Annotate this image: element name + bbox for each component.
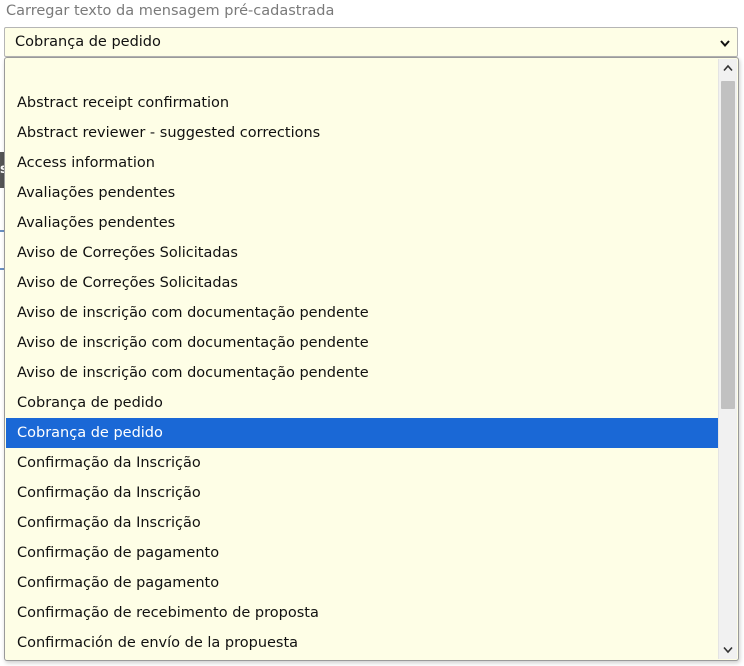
dropdown-option[interactable]: Aviso de inscrição com documentação pend… <box>6 328 719 358</box>
dropdown-option[interactable]: Aviso de Correções Solicitadas <box>6 238 719 268</box>
dropdown-option[interactable]: Confirmação de recebimento de proposta <box>6 598 719 628</box>
dropdown-option[interactable]: Confirmación de envío de la propuesta <box>6 628 719 658</box>
dropdown-option[interactable]: Access information <box>6 148 719 178</box>
scroll-up-icon[interactable] <box>723 64 733 72</box>
dropdown-option[interactable]: Aviso de inscrição com documentação pend… <box>6 298 719 328</box>
dropdown-option[interactable]: Aviso de Correções Solicitadas <box>6 268 719 298</box>
dropdown-option[interactable]: Avaliações pendentes <box>6 178 719 208</box>
select-value: Cobrança de pedido <box>15 34 161 50</box>
dropdown-option[interactable]: Confirmação da Inscrição <box>6 448 719 478</box>
dropdown-option[interactable]: Cobrança de pedido <box>6 418 719 448</box>
dropdown-option[interactable]: Confirmação de pagamento <box>6 568 719 598</box>
dropdown-option[interactable]: Cobrança de pedido <box>6 388 719 418</box>
dropdown-option[interactable]: Confirmação da Inscrição <box>6 508 719 538</box>
message-template-select[interactable]: Cobrança de pedido <box>4 27 738 57</box>
field-label: Carregar texto da mensagem pré-cadastrad… <box>6 3 335 19</box>
dropdown-option[interactable] <box>6 58 719 88</box>
dropdown-option[interactable]: Abstract reviewer - suggested correction… <box>6 118 719 148</box>
scrollbar-thumb[interactable] <box>721 81 735 409</box>
dropdown-option[interactable]: Confirmação de pagamento <box>6 538 719 568</box>
scroll-down-icon[interactable] <box>723 646 733 654</box>
scrollbar[interactable] <box>718 59 737 659</box>
options-list[interactable]: Abstract receipt confirmation Abstract re… <box>4 57 739 661</box>
dropdown-option[interactable]: Confirmação da Inscrição <box>6 478 719 508</box>
chevron-down-icon <box>720 40 730 48</box>
dropdown-option[interactable]: Avaliações pendentes <box>6 208 719 238</box>
dropdown-option[interactable]: Aviso de inscrição com documentação pend… <box>6 358 719 388</box>
dropdown-option[interactable]: Abstract receipt confirmation <box>6 88 719 118</box>
